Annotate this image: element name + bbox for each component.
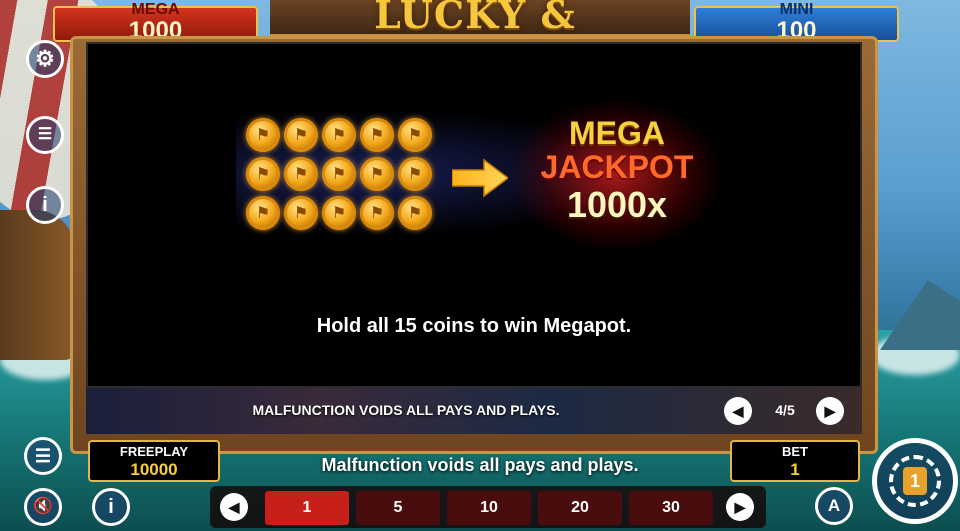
prize-line-mega: MEGA bbox=[569, 115, 665, 151]
chevron-right-icon[interactable]: ▶ bbox=[816, 397, 844, 425]
mini-jackpot-label: MINI bbox=[779, 1, 814, 18]
info-icon[interactable]: i bbox=[26, 186, 64, 224]
freeplay-value: 10000 bbox=[130, 460, 178, 479]
freeplay-label: FREEPLAY bbox=[119, 444, 189, 459]
ship-decor bbox=[0, 210, 75, 360]
paytable-pager: ◀ 4/5 ▶ bbox=[724, 396, 846, 426]
prize-multiplier: 1000x bbox=[566, 184, 668, 226]
bet-prev-icon[interactable]: ◀ bbox=[220, 493, 248, 521]
coin-icon bbox=[284, 118, 318, 152]
mega-jackpot-prize: MEGA JACKPOT 1000x bbox=[512, 115, 722, 226]
coin-icon bbox=[322, 196, 356, 230]
bet-label: BET bbox=[782, 444, 808, 459]
game-logo: LUCKY & BRAVE bbox=[374, 0, 576, 82]
gear-icon[interactable]: ⚙ bbox=[26, 40, 64, 78]
menu-icon[interactable]: ☰ bbox=[24, 437, 62, 475]
arrow-right-icon bbox=[452, 158, 508, 198]
coin-icon bbox=[398, 196, 432, 230]
footer-notice: Malfunction voids all pays and plays. bbox=[321, 455, 639, 475]
bet-option[interactable]: 20 bbox=[538, 491, 622, 525]
bet-next-icon[interactable]: ▶ bbox=[726, 493, 754, 521]
mountain-decor bbox=[880, 280, 960, 350]
bet-selector: ◀ 1 5 10 20 30 ▶ bbox=[210, 486, 766, 528]
bet-option[interactable]: 30 bbox=[629, 491, 713, 525]
coin-icon bbox=[360, 118, 394, 152]
bet-display: BET 1 bbox=[730, 440, 860, 482]
coin-icon bbox=[246, 157, 280, 191]
spin-badge: 1 bbox=[903, 467, 927, 495]
coin-icon bbox=[284, 196, 318, 230]
coin-stack-icon[interactable]: ☰ bbox=[26, 116, 64, 154]
mega-jackpot-label: MEGA bbox=[131, 1, 180, 18]
bet-option[interactable]: 1 bbox=[265, 491, 349, 525]
autoplay-icon[interactable]: A bbox=[815, 487, 853, 525]
chevron-left-icon[interactable]: ◀ bbox=[724, 397, 752, 425]
bet-option[interactable]: 5 bbox=[356, 491, 440, 525]
coin-icon bbox=[284, 157, 318, 191]
coin-grid bbox=[246, 118, 436, 230]
page-indicator: 4/5 bbox=[775, 402, 795, 418]
coin-icon bbox=[398, 118, 432, 152]
rule-text: Hold all 15 coins to win Megapot. bbox=[316, 315, 632, 337]
coin-icon bbox=[360, 196, 394, 230]
bet-value: 1 bbox=[790, 460, 800, 479]
spin-button[interactable]: 1 bbox=[872, 438, 958, 524]
sound-muted-icon[interactable]: 🔇 bbox=[24, 488, 62, 526]
coin-icon bbox=[246, 118, 280, 152]
info-icon[interactable]: i bbox=[92, 488, 130, 526]
coin-icon bbox=[322, 118, 356, 152]
coin-icon bbox=[322, 157, 356, 191]
freeplay-display: FREEPLAY 10000 bbox=[88, 440, 220, 482]
prize-line-jackpot: JACKPOT bbox=[540, 148, 694, 185]
bet-option[interactable]: 10 bbox=[447, 491, 531, 525]
coin-icon bbox=[360, 157, 394, 191]
malfunction-notice: MALFUNCTION VOIDS ALL PAYS AND PLAYS. bbox=[252, 402, 560, 418]
coin-icon bbox=[398, 157, 432, 191]
coin-icon bbox=[246, 196, 280, 230]
